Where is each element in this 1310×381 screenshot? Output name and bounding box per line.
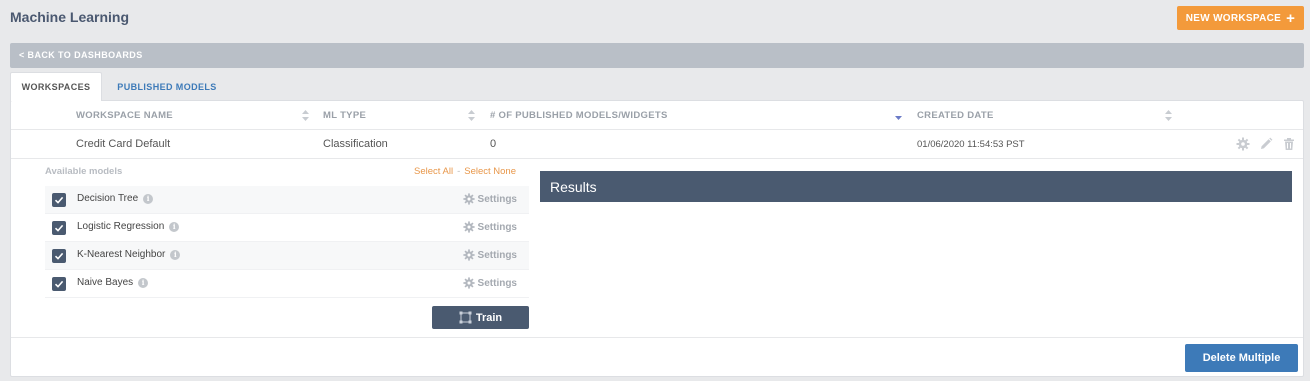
sort-icon[interactable] [468,110,475,121]
list-item: Decision Tree i Settings [45,186,529,214]
workspaces-panel: WORKSPACE NAME ML TYPE # OF PUBLISHED MO… [10,100,1304,377]
model-settings-button[interactable]: Settings [462,277,517,289]
back-bar: < BACK TO DASHBOARDS [10,43,1304,68]
check-icon [54,280,64,288]
info-icon[interactable]: i [138,278,149,288]
results-header: Results [540,171,1292,202]
settings-label: Settings [477,193,517,205]
check-icon [54,224,64,232]
select-all-link[interactable]: Select All [414,166,453,177]
model-name-text: Naive Bayes [77,277,134,288]
tab-workspaces[interactable]: WORKSPACES [10,72,102,101]
created-date-cell: 01/06/2020 11:54:53 PST [917,138,1025,150]
list-item: Naive Bayes i Settings [45,270,529,298]
model-name: K-Nearest Neighbor i [77,249,181,260]
select-none-link[interactable]: Select None [464,166,516,177]
model-settings-button[interactable]: Settings [462,193,517,205]
model-name: Naive Bayes i [77,277,149,288]
gear-icon [462,249,475,261]
sort-icon[interactable] [1165,110,1172,121]
divider [11,129,1303,130]
nodes-icon [459,311,472,324]
column-header-ml-type[interactable]: ML TYPE [323,101,366,129]
tab-published-models[interactable]: PUBLISHED MODELS [109,72,225,101]
model-settings-button[interactable]: Settings [462,249,517,261]
new-workspace-button[interactable]: NEW WORKSPACE + [1177,6,1304,30]
model-settings-button[interactable]: Settings [462,221,517,233]
page-title: Machine Learning [10,9,130,25]
column-header-created-date[interactable]: CREATED DATE [917,101,994,129]
published-count-cell: 0 [490,138,497,150]
model-name-text: K-Nearest Neighbor [77,249,166,260]
column-header-workspace-name[interactable]: WORKSPACE NAME [76,101,173,129]
train-button[interactable]: Train [432,306,529,329]
list-item: Logistic Regression i Settings [45,214,529,242]
gear-icon [462,277,475,289]
model-name: Decision Tree i [77,193,154,204]
pencil-icon[interactable] [1259,137,1273,151]
info-icon[interactable]: i [169,222,180,232]
plus-icon: + [1286,9,1296,27]
model-checkbox[interactable] [52,221,66,235]
model-list: Decision Tree i Settings Logistic Regress… [45,186,529,298]
link-separator: - [457,166,461,177]
top-bar: Machine Learning NEW WORKSPACE + [0,0,1310,34]
model-name-text: Decision Tree [77,193,139,204]
sort-desc-icon[interactable] [895,110,902,121]
check-icon [54,252,64,260]
gear-icon [462,193,475,205]
model-name-text: Logistic Regression [77,221,165,232]
train-label: Train [475,311,503,324]
sort-icon[interactable] [302,110,309,121]
ml-type-cell: Classification [323,138,388,150]
check-icon [54,196,64,204]
settings-label: Settings [477,221,517,233]
model-name: Logistic Regression i [77,221,180,232]
list-item: K-Nearest Neighbor i Settings [45,242,529,270]
new-workspace-label: NEW WORKSPACE [1185,12,1282,24]
settings-label: Settings [477,249,517,261]
workspace-name-cell[interactable]: Credit Card Default [76,130,170,158]
settings-label: Settings [477,277,517,289]
model-checkbox[interactable] [52,249,66,263]
info-icon[interactable]: i [143,194,154,204]
divider [11,158,1303,159]
model-checkbox[interactable] [52,193,66,207]
gear-icon[interactable] [1236,137,1250,151]
info-icon[interactable]: i [170,250,181,260]
column-header-published-count[interactable]: # OF PUBLISHED MODELS/WIDGETS [490,101,668,129]
select-links: Select All - Select None [414,166,516,177]
model-checkbox[interactable] [52,277,66,291]
gear-icon [462,221,475,233]
available-models-label: Available models [45,166,123,177]
delete-multiple-button[interactable]: Delete Multiple [1185,344,1298,372]
back-to-dashboards-link[interactable]: < BACK TO DASHBOARDS [19,50,143,60]
trash-icon[interactable] [1282,137,1296,151]
divider [11,337,1303,338]
